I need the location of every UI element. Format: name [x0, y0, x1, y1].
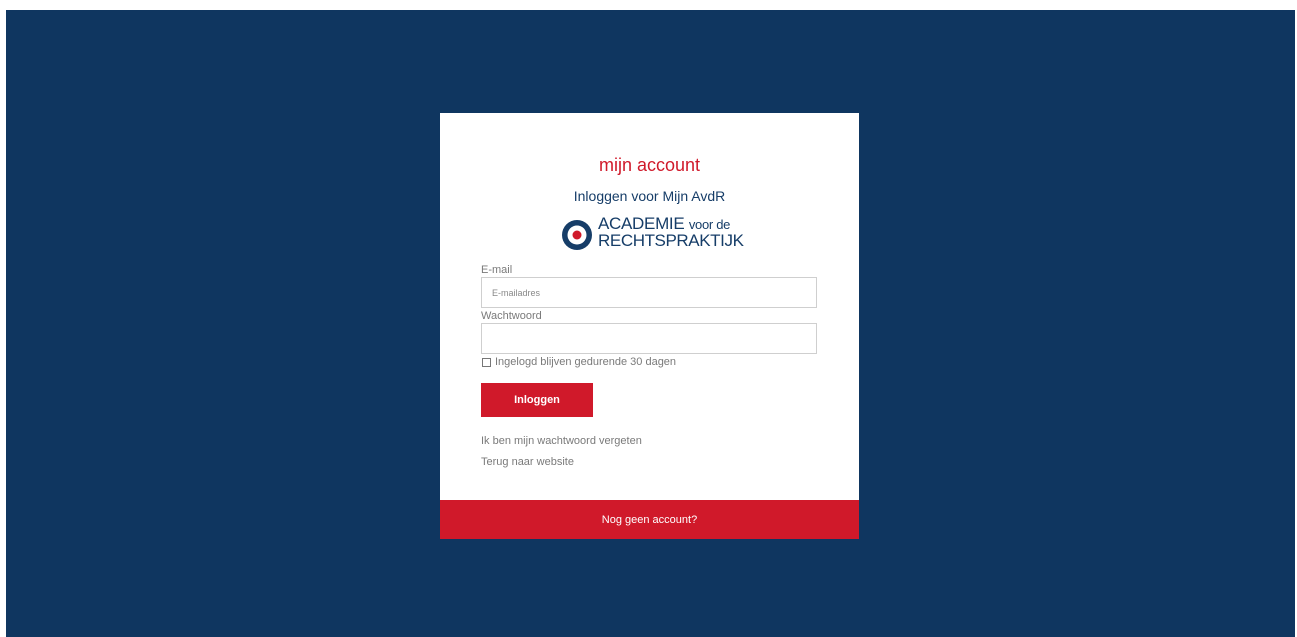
password-label: Wachtwoord: [481, 310, 542, 322]
target-logo-icon: [562, 220, 592, 250]
remember-me[interactable]: Ingelogd blijven gedurende 30 dagen: [481, 356, 676, 368]
login-card: mijn account Inloggen voor Mijn AvdR ACA…: [440, 113, 859, 539]
no-account-button[interactable]: Nog geen account?: [440, 500, 859, 539]
card-subtitle: Inloggen voor Mijn AvdR: [573, 188, 726, 204]
card-title: mijn account: [598, 155, 701, 175]
logo-wordmark: ACADEMIE voor de RECHTSPRAKTIJK: [598, 215, 744, 250]
back-to-website-link[interactable]: Terug naar website: [481, 456, 574, 468]
password-input[interactable]: [481, 323, 817, 354]
remember-label: Ingelogd blijven gedurende 30 dagen: [495, 356, 677, 368]
forgot-password-link[interactable]: Ik ben mijn wachtwoord vergeten: [481, 435, 642, 447]
logo-line2: RECHTSPRAKTIJK: [598, 231, 744, 250]
email-label: E-mail: [481, 264, 513, 276]
logo-line1-small: voor de: [688, 217, 731, 232]
academie-logo: ACADEMIE voor de RECHTSPRAKTIJK: [561, 215, 744, 252]
email-input[interactable]: [481, 277, 817, 308]
no-account-label: Nog geen account?: [601, 513, 698, 526]
remember-checkbox[interactable]: [482, 357, 491, 367]
login-button[interactable]: Inloggen: [481, 383, 593, 417]
